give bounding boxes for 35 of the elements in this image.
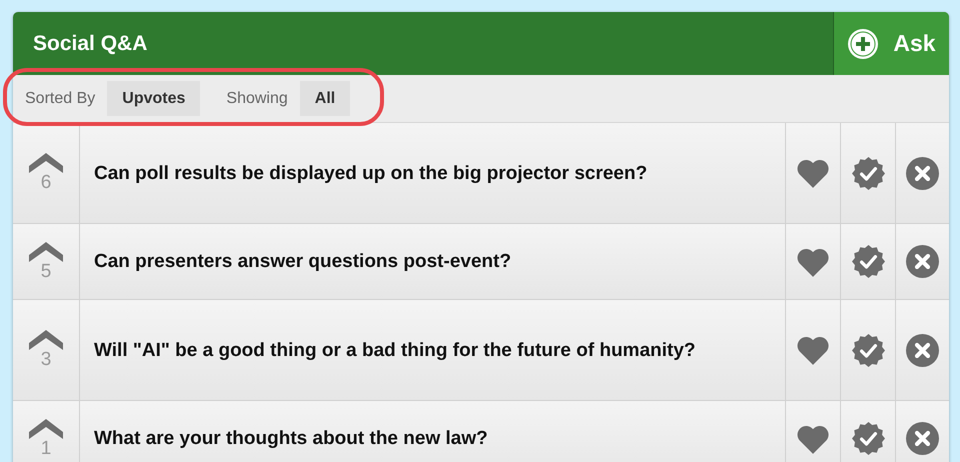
close-icon <box>906 245 939 278</box>
ask-button[interactable]: Ask <box>833 12 949 75</box>
chevron-up-icon <box>29 418 63 438</box>
chevron-up-icon <box>29 330 63 350</box>
heart-icon <box>796 335 830 365</box>
close-icon <box>906 156 939 190</box>
upvote-button[interactable] <box>29 153 63 173</box>
check-badge-icon <box>852 156 884 190</box>
check-badge-icon <box>852 422 884 455</box>
check-badge-icon <box>852 334 884 366</box>
heart-icon <box>796 158 830 188</box>
upvote-button[interactable] <box>29 330 63 350</box>
close-icon <box>906 334 939 366</box>
question-text: Will "AI" be a good thing or a bad thing for the future of humanity? <box>94 338 696 362</box>
vote-count: 3 <box>40 350 52 370</box>
filter-label: Sorted By <box>25 88 96 108</box>
filter-value[interactable]: Upvotes <box>107 81 200 116</box>
panel-title: Social Q&A <box>33 30 148 57</box>
upvote-button[interactable] <box>29 418 63 438</box>
question-text: What are your thoughts about the new law? <box>94 427 488 451</box>
vote-count: 5 <box>40 262 52 282</box>
filter-label: Showing <box>226 88 288 108</box>
chevron-up-icon <box>29 242 63 262</box>
vote-count: 1 <box>40 438 52 458</box>
heart-icon <box>796 246 830 276</box>
heart-icon <box>796 424 830 454</box>
check-badge-icon <box>852 245 884 278</box>
chevron-up-icon <box>29 153 63 173</box>
vote-count: 6 <box>40 173 52 193</box>
close-icon <box>906 422 939 455</box>
plus-icon <box>847 28 880 60</box>
question-text: Can poll results be displayed up on the big projector screen? <box>94 162 648 186</box>
question-text: Can presenters answer questions post-event? <box>94 250 512 274</box>
upvote-button[interactable] <box>29 242 63 262</box>
filter-value[interactable]: All <box>300 81 350 116</box>
